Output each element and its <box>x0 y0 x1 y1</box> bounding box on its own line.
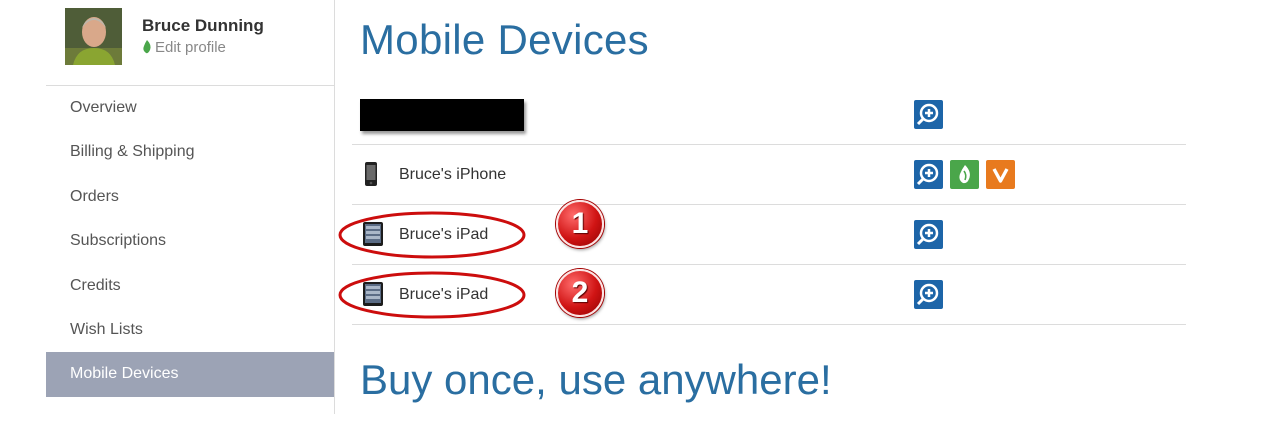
page-title: Mobile Devices <box>360 16 649 63</box>
list-item: Bruce's iPad 2 <box>338 265 1186 325</box>
sidebar-item-subscriptions[interactable]: Subscriptions <box>46 219 334 263</box>
profile-header: Bruce Dunning Edit profile <box>65 8 325 66</box>
logos-icon[interactable] <box>914 220 943 249</box>
edit-profile-label: Edit profile <box>155 39 226 56</box>
list-item: Bruce's iPhone <box>352 145 1186 205</box>
sidebar-item-orders[interactable]: Orders <box>46 175 334 219</box>
sidebar-item-credits[interactable]: Credits <box>46 264 334 308</box>
sidebar-item-overview[interactable]: Overview <box>46 86 334 130</box>
list-item: Bruce's iPad 1 <box>338 200 1186 265</box>
app-actions <box>914 220 950 250</box>
callout-number-badge: 2 <box>556 269 604 317</box>
sidebar-item-more[interactable] <box>46 397 334 441</box>
sidebar-item-label: Overview <box>70 99 137 116</box>
redacted-device-name <box>360 99 524 131</box>
sidebar-nav: Overview Billing & Shipping Orders Subsc… <box>46 86 334 441</box>
sidebar-item-billing-shipping[interactable]: Billing & Shipping <box>46 130 334 174</box>
device-name: Bruce's iPhone <box>399 166 507 183</box>
app-actions <box>914 280 950 310</box>
sidebar: Bruce Dunning Edit profile Overview Bill… <box>46 0 335 414</box>
ipad-icon <box>362 221 384 252</box>
sidebar-item-label: Billing & Shipping <box>70 143 195 161</box>
sidebar-item-mobile-devices[interactable]: Mobile Devices <box>46 352 334 397</box>
ipad-icon <box>362 281 384 312</box>
device-name: Bruce's iPad <box>399 286 489 303</box>
app-actions <box>914 160 1022 190</box>
edit-profile-link[interactable]: Edit profile <box>142 39 226 56</box>
section-heading: Buy once, use anywhere! <box>360 356 832 403</box>
logos-icon[interactable] <box>914 280 943 309</box>
sidebar-item-label: Credits <box>70 276 121 294</box>
iphone-icon <box>362 161 380 192</box>
device-name: Bruce's iPad <box>399 226 489 243</box>
sidebar-item-label: Subscriptions <box>70 232 167 250</box>
sidebar-item-label: Wish Lists <box>70 320 143 338</box>
vyrso-icon[interactable] <box>986 160 1015 189</box>
callout-number-badge: 1 <box>556 200 604 248</box>
logos-icon[interactable] <box>914 160 943 189</box>
sidebar-item-label: Mobile Devices <box>70 365 179 383</box>
faithlife-icon[interactable] <box>950 160 979 189</box>
device-list: Bruce's iPhone Bruce's iPad 1 Bruce's iP… <box>338 85 1186 325</box>
list-item <box>352 85 1186 145</box>
app-actions <box>914 100 950 130</box>
avatar[interactable] <box>65 8 122 65</box>
logos-icon[interactable] <box>914 100 943 129</box>
leaf-icon <box>143 40 151 54</box>
sidebar-item-wish-lists[interactable]: Wish Lists <box>46 308 334 352</box>
sidebar-item-label: Orders <box>70 187 119 205</box>
profile-name: Bruce Dunning <box>142 16 264 35</box>
